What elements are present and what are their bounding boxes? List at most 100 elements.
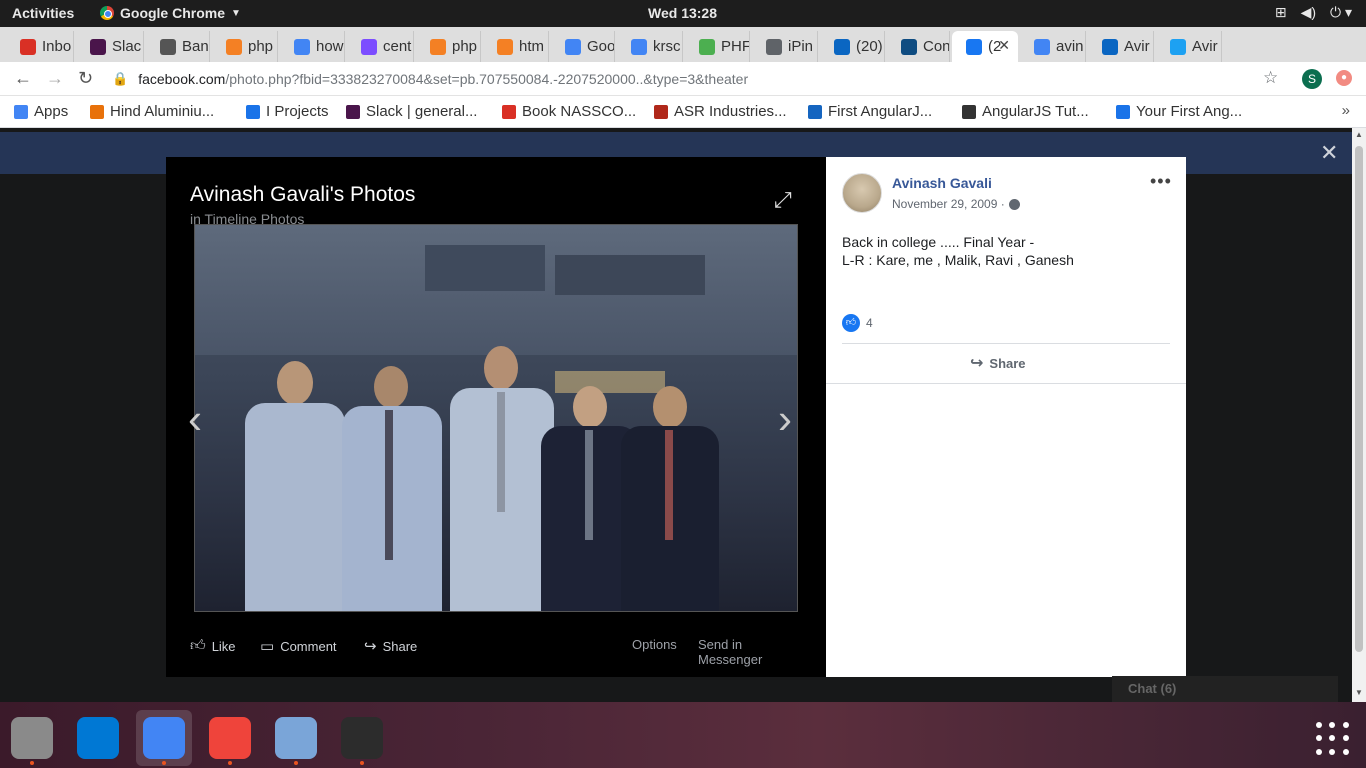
next-photo-icon[interactable]: › — [778, 395, 792, 443]
tab-label: how — [316, 38, 344, 55]
browser-tab[interactable]: Inbo — [6, 31, 74, 62]
bookmark-item[interactable]: Apps — [14, 103, 68, 120]
activities-button[interactable]: Activities — [12, 5, 74, 21]
post-date: November 29, 2009 · — [892, 197, 1020, 211]
divider — [842, 343, 1170, 344]
scroll-up-icon[interactable]: ▲ — [1355, 130, 1363, 139]
browser-tab[interactable]: (2 ✕ — [952, 31, 1018, 62]
bookmark-item[interactable]: ASR Industries... — [654, 103, 787, 120]
close-theater-icon[interactable]: ✕ — [1320, 140, 1338, 166]
running-indicator — [162, 761, 166, 765]
reaction-summary[interactable]: 👍︎ 4 — [842, 314, 873, 332]
author-name[interactable]: Avinash Gavali — [892, 175, 992, 191]
running-indicator — [30, 761, 34, 765]
chrome-app[interactable] — [136, 710, 192, 766]
bookmark-item[interactable]: Hind Aluminiu... — [90, 103, 214, 120]
caption-line: L-R : Kare, me , Malik, Ravi , Ganesh — [842, 252, 1074, 268]
chat-sidebar-dimmed[interactable]: Chat (6) — [1112, 676, 1338, 702]
browser-tab[interactable]: htm — [483, 31, 549, 62]
browser-tab[interactable]: Goo — [551, 31, 615, 62]
tab-strip: Inbo Slac Ban php how cent php htm Goo krsc PHF iPi… — [0, 27, 1366, 82]
author-avatar[interactable] — [842, 173, 882, 213]
network-icon[interactable]: ⊞ — [1275, 4, 1287, 21]
more-options-icon[interactable]: ••• — [1150, 171, 1172, 192]
google-icon — [294, 38, 310, 55]
bookmark-item[interactable]: Slack | general... — [346, 103, 477, 120]
tab-label: Avir — [1124, 38, 1150, 55]
bookmarks-overflow-button[interactable]: » — [1342, 102, 1350, 119]
files-app[interactable] — [4, 710, 60, 766]
running-indicator — [228, 761, 232, 765]
power-icon[interactable]: ⏻ ▾ — [1330, 4, 1352, 21]
globe-icon[interactable] — [1008, 198, 1020, 210]
browser-tab[interactable]: Slac — [76, 31, 144, 62]
reload-button[interactable]: ↻ — [78, 68, 93, 89]
page-icon — [766, 38, 782, 55]
anydesk-app[interactable] — [202, 710, 258, 766]
fullscreen-expand-icon[interactable]: ⤢ — [774, 187, 792, 213]
lock-icon[interactable]: 🔒 — [112, 71, 128, 87]
back-button[interactable]: ← — [14, 68, 32, 89]
close-tab-icon[interactable]: ✕ — [998, 37, 1010, 54]
send-in-messenger-button[interactable]: Send in Messenger — [698, 637, 802, 667]
stackoverflow-icon — [430, 38, 446, 55]
bookmark-item[interactable]: I Projects — [246, 103, 329, 120]
browser-tab[interactable]: avin — [1020, 31, 1086, 62]
browser-tab[interactable]: php — [416, 31, 481, 62]
previous-photo-icon[interactable]: ‹ — [188, 395, 202, 443]
vscode-app[interactable] — [70, 710, 126, 766]
w3schools-icon — [699, 38, 715, 55]
chrome-icon — [565, 38, 581, 55]
show-applications-icon[interactable] — [1316, 722, 1350, 756]
slack-icon — [90, 38, 106, 55]
post-photo[interactable] — [194, 224, 798, 612]
browser-tab[interactable]: how — [280, 31, 345, 62]
bookmark-item[interactable]: Book NASSCO... — [502, 103, 636, 120]
browser-tab[interactable]: php — [212, 31, 278, 62]
browser-tab[interactable]: krsc — [617, 31, 683, 62]
browser-tab[interactable]: Avir — [1088, 31, 1154, 62]
browser-tab[interactable]: Ban — [146, 31, 210, 62]
bookmark-item[interactable]: AngularJS Tut... — [962, 103, 1089, 120]
comment-button[interactable]: ▭ Comment — [260, 637, 337, 655]
virtualbox-app[interactable] — [268, 710, 324, 766]
app-menu[interactable]: Google Chrome ▼ — [100, 5, 241, 21]
slack-icon — [346, 104, 360, 119]
scroll-down-icon[interactable]: ▼ — [1355, 688, 1363, 697]
tab-label: (20) — [856, 38, 883, 55]
terminal-app[interactable] — [334, 710, 390, 766]
photo-actions-bar: 👍︎ Like ▭ Comment ↪ Share Options Send i… — [190, 635, 802, 667]
system-tray[interactable]: ⊞ ◀) ⏻ ▾ — [1275, 4, 1352, 21]
browser-tab[interactable]: PHF — [685, 31, 750, 62]
browser-tab[interactable]: iPin — [752, 31, 818, 62]
page-icon — [160, 38, 176, 55]
tab-label: avin — [1056, 38, 1084, 55]
divider — [826, 383, 1186, 384]
scrollbar-thumb[interactable] — [1355, 146, 1363, 652]
page-icon — [502, 104, 516, 119]
ubuntu-dock — [0, 702, 1366, 768]
facebook-icon — [966, 38, 982, 55]
browser-tab[interactable]: Con — [887, 31, 950, 62]
extension-icon[interactable]: ● — [1336, 70, 1352, 86]
photo-album-title[interactable]: Avinash Gavali's Photos — [190, 183, 415, 207]
browser-tab[interactable]: (20) — [820, 31, 885, 62]
forward-button[interactable]: → — [46, 68, 64, 89]
anydesk-app-icon — [209, 717, 251, 759]
page-scrollbar[interactable]: ▲ ▼ — [1352, 128, 1366, 702]
volume-icon[interactable]: ◀) — [1301, 4, 1316, 21]
browser-tab[interactable]: Avir — [1156, 31, 1222, 62]
bookmark-item[interactable]: First AngularJ... — [808, 103, 932, 120]
bookmark-star-icon[interactable]: ☆ — [1263, 68, 1278, 88]
options-button[interactable]: Options — [632, 637, 677, 652]
bookmark-item[interactable]: Your First Ang... — [1116, 103, 1242, 120]
gmail-icon — [20, 38, 36, 55]
address-bar[interactable]: 🔒 facebook.com/photo.php?fbid=3338232700… — [112, 66, 1292, 92]
share-button[interactable]: ↪ Share — [364, 637, 417, 655]
side-share-button[interactable]: ↪ Share — [970, 353, 1026, 373]
browser-tab[interactable]: cent — [347, 31, 414, 62]
profile-avatar[interactable]: S — [1302, 69, 1322, 89]
bookmark-label: Hind Aluminiu... — [110, 103, 215, 120]
clock[interactable]: Wed 13:28 — [648, 5, 717, 21]
like-button[interactable]: 👍︎ Like — [190, 637, 236, 655]
